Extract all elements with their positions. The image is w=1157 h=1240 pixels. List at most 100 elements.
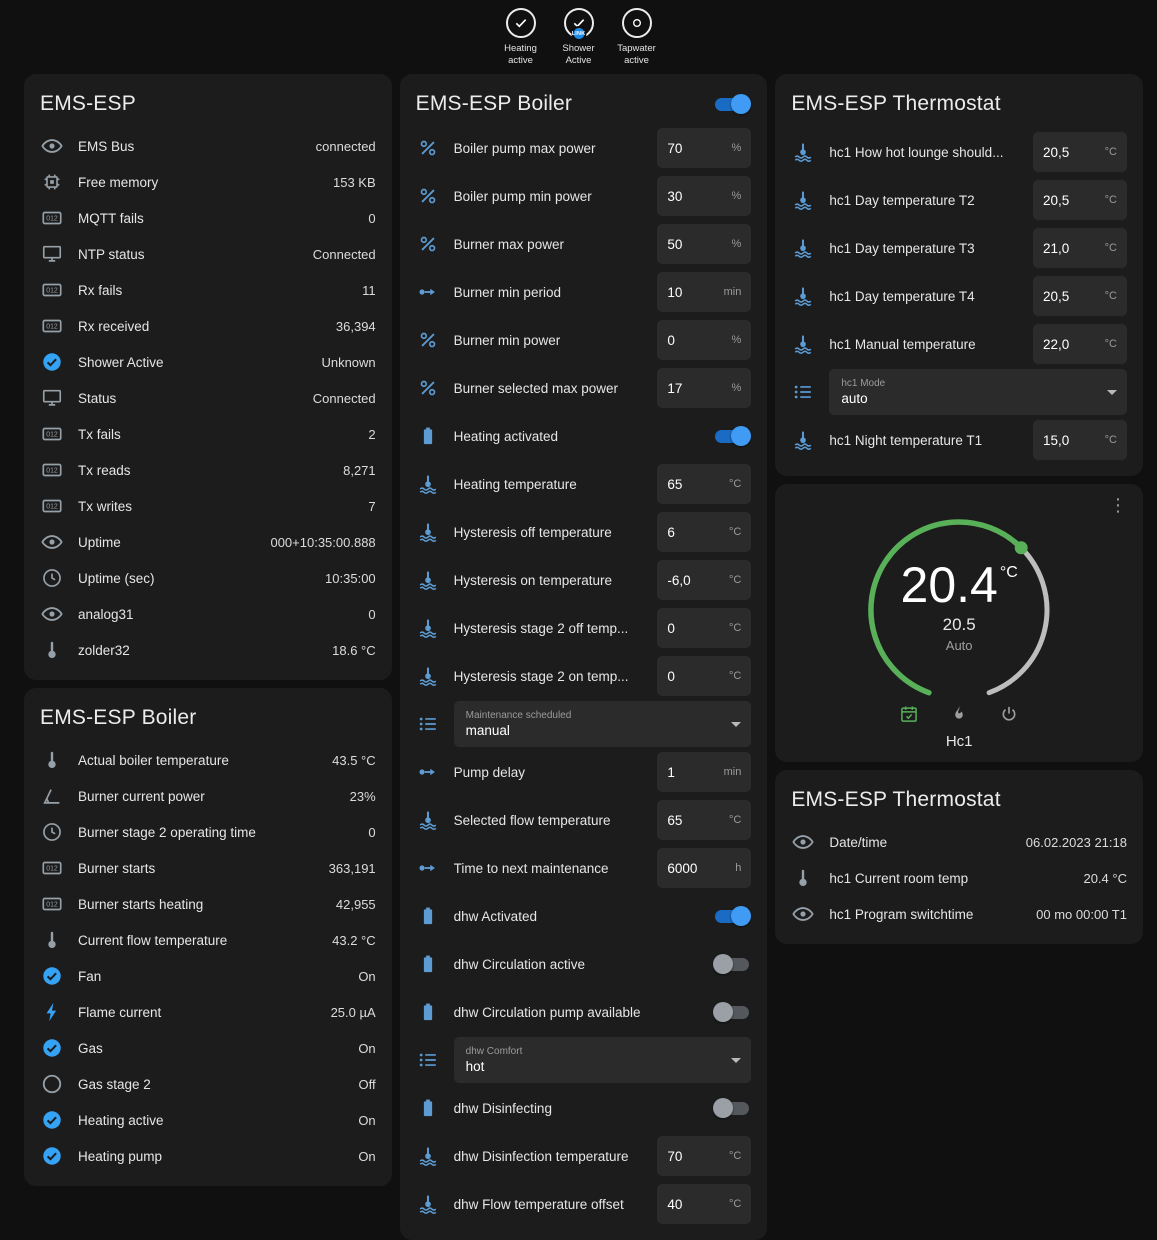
entity-name: MQTT fails	[78, 211, 360, 226]
entity-row[interactable]: Actual boiler temperature43.5 °C	[40, 742, 376, 778]
number-input[interactable]: 20,5°C	[1033, 180, 1127, 220]
entity-row: Hysteresis off temperature6°C	[416, 508, 752, 556]
entity-row[interactable]: FanOn	[40, 958, 376, 994]
entity-value: 06.02.2023 21:18	[1026, 835, 1127, 850]
entity-value: On	[358, 1041, 375, 1056]
number-input[interactable]: 40°C	[657, 1184, 751, 1224]
coolant-icon	[416, 1144, 440, 1168]
left-column: EMS-ESP EMS BusconnectedFree memory153 K…	[24, 74, 392, 1186]
angle-icon	[40, 784, 64, 808]
number-input[interactable]: -6,0°C	[657, 560, 751, 600]
number-input[interactable]: 50%	[657, 224, 751, 264]
entity-name: Rx received	[78, 319, 328, 334]
number-input[interactable]: 0°C	[657, 656, 751, 696]
check-circle-icon	[40, 1144, 64, 1168]
entity-name: hc1 Current room temp	[829, 871, 1075, 886]
toggle-switch[interactable]	[713, 426, 751, 446]
number-input[interactable]: 30%	[657, 176, 751, 216]
toggle-switch[interactable]	[713, 954, 751, 974]
number-input[interactable]: 0%	[657, 320, 751, 360]
entity-row[interactable]: analog310	[40, 596, 376, 632]
entity-row[interactable]: Flame current25.0 µA	[40, 994, 376, 1030]
entity-row[interactable]: 012Burner starts heating42,955	[40, 886, 376, 922]
card-toggle-switch[interactable]	[713, 94, 751, 114]
entity-row: dhw Activated	[416, 892, 752, 940]
entity-row[interactable]: 012MQTT fails0	[40, 200, 376, 236]
number-input[interactable]: 21,0°C	[1033, 228, 1127, 268]
number-input[interactable]: 0°C	[657, 608, 751, 648]
number-input[interactable]: 20,5°C	[1033, 276, 1127, 316]
number-input[interactable]: 6000h	[657, 848, 751, 888]
number-input[interactable]: 65°C	[657, 464, 751, 504]
entity-row[interactable]: 012Tx reads8,271	[40, 452, 376, 488]
entity-name: Heating activated	[454, 429, 698, 444]
entity-row[interactable]: Uptime (sec)10:35:00	[40, 560, 376, 596]
entity-row[interactable]: hc1 Program switchtime00 mo 00:00 T1	[791, 896, 1127, 932]
number-input[interactable]: 6°C	[657, 512, 751, 552]
monitor-icon	[40, 386, 64, 410]
thermometer-icon	[40, 638, 64, 662]
entity-row[interactable]: StatusConnected	[40, 380, 376, 416]
entity-row[interactable]: 012Rx received36,394	[40, 308, 376, 344]
monitor-icon	[40, 242, 64, 266]
entity-name: Hysteresis stage 2 on temp...	[454, 669, 642, 684]
entity-row[interactable]: Free memory153 KB	[40, 164, 376, 200]
entity-row[interactable]: EMS Busconnected	[40, 128, 376, 164]
circle-outline-icon	[40, 1072, 64, 1096]
entity-row[interactable]: Gas stage 2Off	[40, 1066, 376, 1102]
entity-row[interactable]: Burner stage 2 operating time0	[40, 814, 376, 850]
badge-label: ShowerActive	[562, 43, 594, 67]
entity-name: Boiler pump max power	[454, 141, 642, 156]
entity-row[interactable]: NTP statusConnected	[40, 236, 376, 272]
entity-row[interactable]: Date/time06.02.2023 21:18	[791, 824, 1127, 860]
entity-row[interactable]: 012Rx fails11	[40, 272, 376, 308]
number-input[interactable]: 1min	[657, 752, 751, 792]
entity-row[interactable]: Current flow temperature43.2 °C	[40, 922, 376, 958]
entity-row[interactable]: Burner current power23%	[40, 778, 376, 814]
heat-mode-button[interactable]	[949, 704, 969, 724]
number-input[interactable]: 17%	[657, 368, 751, 408]
power-off-button[interactable]	[999, 704, 1019, 724]
number-input[interactable]: 70°C	[657, 1136, 751, 1176]
entity-row[interactable]: GasOn	[40, 1030, 376, 1066]
entity-row[interactable]: zolder3218.6 °C	[40, 632, 376, 668]
number-input[interactable]: 20,5°C	[1033, 132, 1127, 172]
toggle-switch[interactable]	[713, 1098, 751, 1118]
number-input[interactable]: 15,0°C	[1033, 420, 1127, 460]
toggle-switch[interactable]	[713, 906, 751, 926]
number-input[interactable]: 70%	[657, 128, 751, 168]
entity-row[interactable]: 012Tx writes7	[40, 488, 376, 524]
entity-row[interactable]: Heating activeOn	[40, 1102, 376, 1138]
number-input[interactable]: 65°C	[657, 800, 751, 840]
entity-name: Gas stage 2	[78, 1077, 351, 1092]
entity-name: hc1 Day temperature T2	[829, 193, 1017, 208]
badge-shower-active[interactable]: LINK ShowerActive	[555, 8, 603, 67]
eye-icon	[40, 602, 64, 626]
card-title: EMS-ESP Thermostat	[791, 92, 1127, 116]
badge-heating-active[interactable]: Heatingactive	[497, 8, 545, 67]
select-input[interactable]: dhw Comforthot	[454, 1037, 752, 1083]
badge-tapwater-active[interactable]: Tapwateractive	[613, 8, 661, 67]
entity-row[interactable]: hc1 Current room temp20.4 °C	[791, 860, 1127, 896]
select-input[interactable]: hc1 Modeauto	[829, 369, 1127, 415]
select-input[interactable]: Maintenance scheduledmanual	[454, 701, 752, 747]
entity-row[interactable]: Shower ActiveUnknown	[40, 344, 376, 380]
number-input[interactable]: 10min	[657, 272, 751, 312]
link-badge: LINK	[571, 26, 586, 41]
entity-row: Selected flow temperature65°C	[416, 796, 752, 844]
entity-row[interactable]: 012Burner starts363,191	[40, 850, 376, 886]
toggle-switch[interactable]	[713, 1002, 751, 1022]
entity-name: Burner starts	[78, 861, 321, 876]
entity-value: 8,271	[343, 463, 376, 478]
entity-value: On	[358, 1149, 375, 1164]
entity-row[interactable]: 012Tx fails2	[40, 416, 376, 452]
number-input[interactable]: 22,0°C	[1033, 324, 1127, 364]
check-icon	[513, 15, 529, 31]
schedule-mode-button[interactable]	[899, 704, 919, 724]
thermostat-dial[interactable]: 20.4°C 20.5 Auto	[849, 500, 1069, 700]
entity-name: Time to next maintenance	[454, 861, 642, 876]
entity-name: Burner starts heating	[78, 897, 328, 912]
entity-row[interactable]: Uptime000+10:35:00.888	[40, 524, 376, 560]
entity-value: 2	[368, 427, 375, 442]
more-options-icon[interactable]: ⋮	[1105, 492, 1131, 518]
